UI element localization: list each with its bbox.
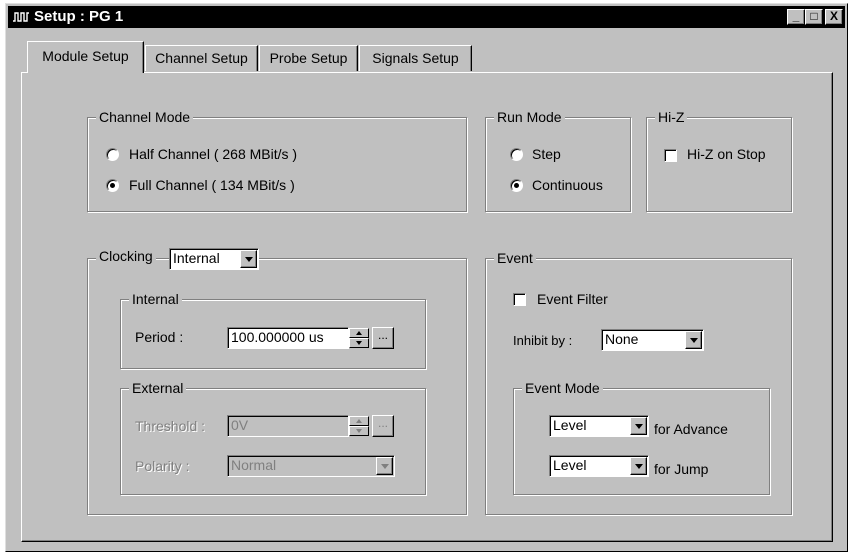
group-title: Internal <box>129 290 182 308</box>
continuous-label: Continuous <box>532 177 603 193</box>
minimize-button[interactable]: _ <box>787 9 805 25</box>
jump-mode-value: Level <box>553 457 587 473</box>
threshold-browse-button[interactable]: ... <box>372 415 394 437</box>
half-channel-radio[interactable] <box>106 148 119 161</box>
for-jump-label: for Jump <box>654 461 709 477</box>
threshold-label: Threshold : <box>135 418 206 434</box>
dropdown-button[interactable] <box>630 417 647 435</box>
jump-mode-select[interactable]: Level <box>549 455 649 477</box>
tab-signals-setup[interactable]: Signals Setup <box>359 45 472 71</box>
maximize-icon: □ <box>810 9 818 23</box>
clocking-select[interactable]: Internal <box>169 248 259 270</box>
close-button[interactable]: X <box>825 9 843 25</box>
inhibit-by-value: None <box>605 331 639 347</box>
period-spinner[interactable] <box>349 328 369 348</box>
continuous-radio[interactable] <box>510 179 523 192</box>
title-bar[interactable]: Setup : PG 1 _ □ X <box>8 6 845 28</box>
arrow-up-icon <box>356 331 362 335</box>
for-advance-label: for Advance <box>654 421 728 437</box>
tab-channel-setup[interactable]: Channel Setup <box>145 45 258 71</box>
chevron-down-icon <box>635 464 643 469</box>
chevron-down-icon <box>245 257 253 262</box>
dropdown-button[interactable] <box>376 457 393 475</box>
hiz-group: Hi-Z Hi-Z on Stop <box>646 108 792 212</box>
external-group: External Threshold : 0V ... Polarity : N… <box>120 379 426 495</box>
ellipsis-icon: ... <box>377 328 388 342</box>
arrow-down-icon <box>356 429 362 433</box>
arrow-up-icon <box>356 419 362 423</box>
group-title: Event Mode <box>522 379 603 397</box>
maximize-button[interactable]: □ <box>805 9 823 25</box>
advance-mode-select[interactable]: Level <box>549 415 649 437</box>
threshold-spinner[interactable] <box>349 416 369 436</box>
internal-group: Internal Period : 100.000000 us ... <box>120 290 426 369</box>
advance-mode-value: Level <box>553 417 587 433</box>
period-value: 100.000000 us <box>231 329 324 345</box>
chevron-down-icon <box>690 338 698 343</box>
step-label: Step <box>532 146 561 162</box>
chevron-down-icon <box>635 424 643 429</box>
event-mode-group: Event Mode Level for Advance Level for J… <box>513 379 770 495</box>
group-title: Run Mode <box>494 108 565 126</box>
full-channel-label: Full Channel ( 134 MBit/s ) <box>129 177 295 193</box>
dropdown-button[interactable] <box>240 250 257 268</box>
spin-up-button[interactable] <box>349 416 369 426</box>
tab-label: Probe Setup <box>269 50 348 66</box>
dropdown-button[interactable] <box>630 457 647 475</box>
pulse-icon <box>13 12 29 22</box>
clocking-value: Internal <box>173 250 220 266</box>
spin-up-button[interactable] <box>349 328 369 338</box>
period-browse-button[interactable]: ... <box>372 327 394 349</box>
hiz-on-stop-label: Hi-Z on Stop <box>687 146 766 162</box>
arrow-down-icon <box>356 341 362 345</box>
hiz-on-stop-checkbox[interactable] <box>664 149 677 162</box>
spin-down-button[interactable] <box>349 426 369 436</box>
threshold-value: 0V <box>231 417 249 433</box>
group-title: Hi-Z <box>655 108 688 126</box>
inhibit-by-select[interactable]: None <box>601 329 704 351</box>
event-filter-label: Event Filter <box>537 291 608 307</box>
tab-label: Module Setup <box>42 48 129 64</box>
channel-mode-group: Channel Mode Half Channel ( 268 MBit/s )… <box>87 108 467 212</box>
inhibit-by-label: Inhibit by : <box>513 333 573 348</box>
close-icon: X <box>829 9 838 23</box>
run-mode-group: Run Mode Step Continuous <box>485 108 631 212</box>
chevron-down-icon <box>381 464 389 469</box>
tab-module-setup[interactable]: Module Setup <box>27 41 144 73</box>
clocking-group: Clocking Internal Internal Period : 100.… <box>87 247 467 515</box>
polarity-select[interactable]: Normal <box>227 455 395 477</box>
period-input[interactable]: 100.000000 us <box>227 327 349 349</box>
group-title: External <box>129 379 187 397</box>
group-title: Channel Mode <box>96 108 194 126</box>
ellipsis-icon: ... <box>377 416 388 430</box>
dropdown-button[interactable] <box>685 331 702 349</box>
event-filter-checkbox[interactable] <box>513 293 526 306</box>
event-group: Event Event Filter Inhibit by : None Eve… <box>485 249 792 515</box>
threshold-input[interactable]: 0V <box>227 415 349 437</box>
spin-down-button[interactable] <box>349 338 369 348</box>
full-channel-radio[interactable] <box>106 179 119 192</box>
tab-probe-setup[interactable]: Probe Setup <box>259 45 358 71</box>
tab-label: Channel Setup <box>155 50 248 66</box>
polarity-label: Polarity : <box>135 458 190 474</box>
window-title: Setup : PG 1 <box>34 8 124 25</box>
tab-label: Signals Setup <box>372 50 459 66</box>
group-title: Clocking <box>96 247 156 265</box>
period-label: Period : <box>135 329 184 345</box>
group-title: Event <box>494 249 536 267</box>
minimize-icon: _ <box>792 9 800 23</box>
half-channel-label: Half Channel ( 268 MBit/s ) <box>129 146 298 162</box>
polarity-value: Normal <box>231 457 277 473</box>
step-radio[interactable] <box>510 148 523 161</box>
